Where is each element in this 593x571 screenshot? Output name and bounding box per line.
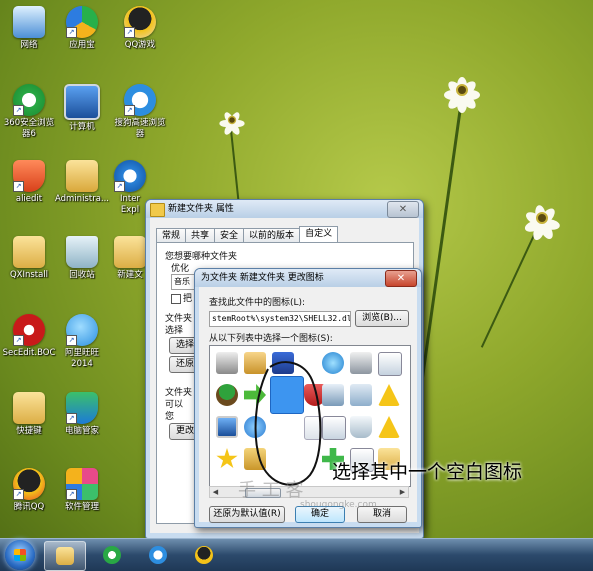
folder-icon [150, 203, 165, 217]
desktop-icon-yingyongbao[interactable]: ↗ 应用宝 [54, 6, 110, 51]
sogou-browser-icon [149, 546, 167, 564]
warning-icon[interactable] [378, 416, 400, 438]
hint-label: 您 [165, 412, 175, 422]
sogou-browser-icon: ↗ [124, 84, 156, 116]
change-icon-title: 为文件夹 新建文件夹 更改图标 [201, 273, 324, 283]
penguin-icon: ↗ [124, 6, 156, 38]
desktop-icon-new-folder[interactable]: 新建文 [112, 236, 148, 281]
subfolder-checkbox[interactable]: 把 [171, 291, 192, 304]
subfolder-checkbox-label: 把 [183, 294, 193, 304]
desktop-icon-tencent-qq[interactable]: ↗ 腾讯QQ [1, 468, 57, 513]
scroll-right-icon[interactable]: ▶ [397, 487, 408, 497]
desktop-icon-360-browser[interactable]: ↗ 360安全浏览器6 [1, 84, 57, 140]
start-button[interactable] [5, 540, 35, 570]
desktop-icon-secedit-boc[interactable]: ↗ SecEdit.BOC [1, 314, 57, 359]
folder-icon [13, 236, 45, 268]
properties-tabs: 常规 共享 安全 以前的版本 自定义 [156, 226, 339, 244]
properties-close-button[interactable]: ✕ [387, 201, 419, 218]
annotation-caption: 选择其中一个空白图标 [332, 461, 523, 483]
select-file-label: 选择 [165, 326, 184, 336]
desktop-icon-pc-manager[interactable]: ↗ 电脑管家 [54, 392, 110, 437]
desktop-icon-qxinstall[interactable]: QXInstall [1, 236, 57, 281]
computer-icon [64, 84, 100, 120]
recycle-bin-icon [66, 236, 98, 268]
recycle-bin-icon[interactable] [350, 416, 372, 438]
folder-icon [13, 392, 45, 424]
penguin-icon: ↗ [13, 468, 45, 500]
desktop-icon-ie[interactable]: ↗ Inter Expl [112, 160, 148, 216]
desktop-icon-network[interactable]: 网络 [1, 6, 57, 51]
properties-titlebar[interactable]: 新建文件夹 属性 [146, 200, 423, 218]
desktop-icon-qqgame[interactable]: ↗ QQ游戏 [112, 6, 168, 51]
close-icon: ✕ [398, 204, 408, 215]
taskbar [0, 538, 593, 571]
desktop-icon-recycle-bin[interactable]: 回收站 [54, 236, 110, 281]
desktop-icon-aliedit[interactable]: ↗ aliedit [1, 160, 57, 205]
find-icons-label: 查找此文件中的图标(L): [209, 298, 306, 308]
software-manager-icon: ↗ [66, 468, 98, 500]
aliwangwang-icon: ↗ [66, 314, 98, 346]
disk-drive-icon[interactable] [216, 352, 238, 374]
folder-icon[interactable] [350, 384, 372, 406]
taskbar-explorer[interactable] [44, 541, 86, 571]
desktop-icon-aliwangwang[interactable]: ↗ 阿里旺旺 2014 [54, 314, 110, 370]
360-browser-icon: ↗ [13, 84, 45, 116]
bank-of-china-icon: ↗ [13, 314, 45, 346]
icon-file-path-field[interactable]: stemRoot%\system32\SHELL32.dll [209, 311, 351, 327]
windows-logo-icon [14, 549, 26, 561]
taskbar-qq-game[interactable] [184, 541, 224, 569]
change-icon-close-button[interactable]: ✕ [385, 270, 417, 287]
shield-icon: ↗ [66, 392, 98, 424]
watermark-url: shougongke.com [300, 500, 377, 510]
warning-icon[interactable] [378, 384, 400, 406]
penguin-icon [195, 546, 213, 564]
desktop-icon-software-manager[interactable]: ↗ 软件管理 [54, 468, 110, 513]
network-icon [13, 6, 45, 38]
internet-explorer-icon: ↗ [114, 160, 146, 192]
desktop-icon-administrator[interactable]: Administra... [54, 160, 110, 205]
select-icon-label: 从以下列表中选择一个图标(S): [209, 334, 333, 344]
taskbar-sogou-browser[interactable] [138, 541, 178, 569]
printer-icon[interactable] [350, 352, 372, 374]
user-folder-icon [66, 160, 98, 192]
desktop-icon-computer[interactable]: 计算机 [54, 84, 110, 133]
desktop-icon-sogou[interactable]: ↗ 搜狗高速浏览器 [112, 84, 168, 140]
document-stack-icon[interactable] [378, 352, 402, 376]
restore-default-button[interactable]: 还原为默认值(R) [209, 506, 285, 523]
properties-title: 新建文件夹 属性 [168, 204, 234, 214]
star-icon[interactable] [216, 448, 238, 469]
optimize-label: 优化 [171, 264, 190, 274]
desktop-icon-shortcut-keys[interactable]: 快捷键 [1, 392, 57, 437]
shield-icon: ↗ [13, 160, 45, 192]
annotation-circle [254, 361, 322, 486]
close-icon: ✕ [396, 273, 406, 284]
tree-icon[interactable] [216, 384, 238, 406]
computer-monitor-icon[interactable] [216, 416, 238, 438]
360-browser-icon [103, 546, 121, 564]
explorer-icon [56, 547, 74, 565]
watermark: 手 工 客 [238, 480, 304, 501]
taskbar-360-browser[interactable] [92, 541, 132, 569]
scroll-left-icon[interactable]: ◀ [210, 487, 221, 497]
browse-button[interactable]: 浏览(B)... [355, 310, 409, 327]
app-store-icon: ↗ [66, 6, 98, 38]
folder-icon [114, 236, 146, 268]
